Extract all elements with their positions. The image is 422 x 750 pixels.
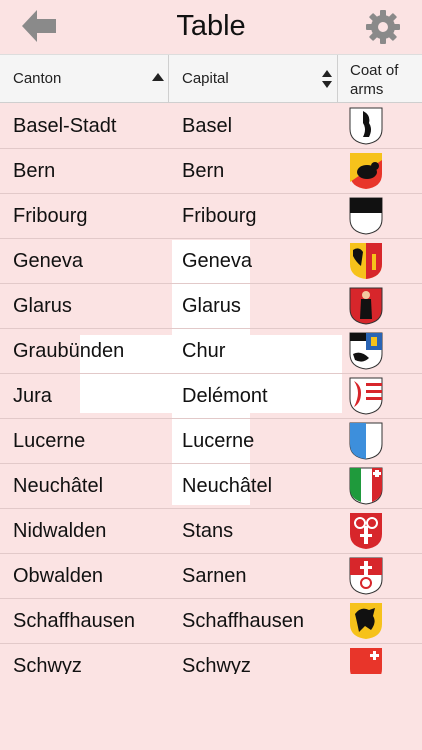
- capital-name: Delémont: [182, 385, 268, 407]
- neuchatel-coat-of-arms-icon: [349, 467, 383, 505]
- coat-header-line2: arms: [350, 81, 384, 98]
- table-row[interactable]: Fribourg Fribourg: [0, 194, 422, 239]
- canton-name: Bern: [13, 160, 56, 182]
- bern-coat-of-arms-icon: [350, 153, 382, 189]
- graubunden-coat-of-arms-icon: [349, 332, 383, 370]
- canton-name: Fribourg: [13, 205, 88, 227]
- canton-column-header[interactable]: Canton: [0, 55, 169, 102]
- capital-name: Fribourg: [182, 205, 257, 227]
- canton-name: Geneva: [13, 250, 84, 272]
- table-row[interactable]: Lucerne Lucerne: [0, 419, 422, 464]
- schaffhausen-coat-of-arms-icon: [350, 603, 382, 639]
- table-row[interactable]: Geneva Geneva: [0, 239, 422, 284]
- capital-name: Neuchâtel: [182, 475, 273, 497]
- page-title: Table: [176, 10, 246, 42]
- nidwalden-coat-of-arms-icon: [350, 513, 382, 549]
- canton-name: Neuchâtel: [13, 475, 104, 497]
- capital-name: Sarnen: [182, 565, 247, 587]
- coat-header-line1: Coat of: [350, 62, 399, 79]
- capital-name: Schwyz: [182, 655, 251, 674]
- canton-header-label: Canton: [13, 70, 62, 87]
- table-row[interactable]: Bern Bern: [0, 149, 422, 194]
- jura-coat-of-arms-icon: [349, 377, 383, 415]
- table-row[interactable]: Neuchâtel Neuchâtel: [0, 464, 422, 509]
- capital-name: Glarus: [182, 295, 241, 317]
- sort-ascending-icon: [152, 73, 164, 81]
- table-row[interactable]: Nidwalden Stans: [0, 509, 422, 554]
- capital-column-header[interactable]: Capital: [169, 55, 338, 102]
- capital-header-label: Capital: [182, 70, 229, 87]
- basel-stadt-coat-of-arms-icon: [349, 107, 383, 145]
- table-header: Canton Capital Coat of arms: [0, 54, 422, 103]
- canton-name: Nidwalden: [13, 520, 107, 542]
- canton-name: Lucerne: [13, 430, 86, 452]
- geneva-coat-of-arms-icon: [350, 243, 382, 279]
- capital-name: Geneva: [182, 250, 253, 272]
- table-row[interactable]: Schaffhausen Schaffhausen: [0, 599, 422, 644]
- settings-button[interactable]: [364, 8, 402, 46]
- lucerne-coat-of-arms-icon: [349, 422, 383, 460]
- table-row[interactable]: Jura Delémont: [0, 374, 422, 419]
- canton-name: Graubünden: [13, 340, 125, 362]
- capital-name: Basel: [182, 115, 233, 137]
- capital-name: Schaffhausen: [182, 610, 304, 632]
- table-row[interactable]: Graubünden Chur: [0, 329, 422, 374]
- canton-name: Jura: [13, 385, 52, 407]
- canton-name: Basel-Stadt: [13, 115, 117, 137]
- canton-name: Glarus: [13, 295, 72, 317]
- capital-name: Lucerne: [182, 430, 255, 452]
- canton-name: Obwalden: [13, 565, 104, 587]
- coat-column-header: Coat of arms: [338, 55, 422, 102]
- table-row[interactable]: Glarus Glarus: [0, 284, 422, 329]
- canton-table[interactable]: Basel-Stadt Basel Bern Bern Fribourg Fri…: [0, 104, 422, 674]
- capital-name: Stans: [182, 520, 234, 542]
- schwyz-coat-of-arms-icon: [350, 648, 382, 674]
- top-bar: Table: [0, 0, 422, 54]
- glarus-coat-of-arms-icon: [349, 287, 383, 325]
- table-row[interactable]: Schwyz Schwyz: [0, 644, 422, 674]
- capital-name: Chur: [182, 340, 226, 362]
- obwalden-coat-of-arms-icon: [349, 557, 383, 595]
- sort-both-icon: [322, 70, 332, 88]
- table-row[interactable]: Basel-Stadt Basel: [0, 104, 422, 149]
- fribourg-coat-of-arms-icon: [349, 197, 383, 235]
- canton-name: Schaffhausen: [13, 610, 135, 632]
- table-row[interactable]: Obwalden Sarnen: [0, 554, 422, 599]
- canton-name: Schwyz: [13, 655, 82, 674]
- capital-name: Bern: [182, 160, 225, 182]
- gear-icon: [366, 10, 400, 44]
